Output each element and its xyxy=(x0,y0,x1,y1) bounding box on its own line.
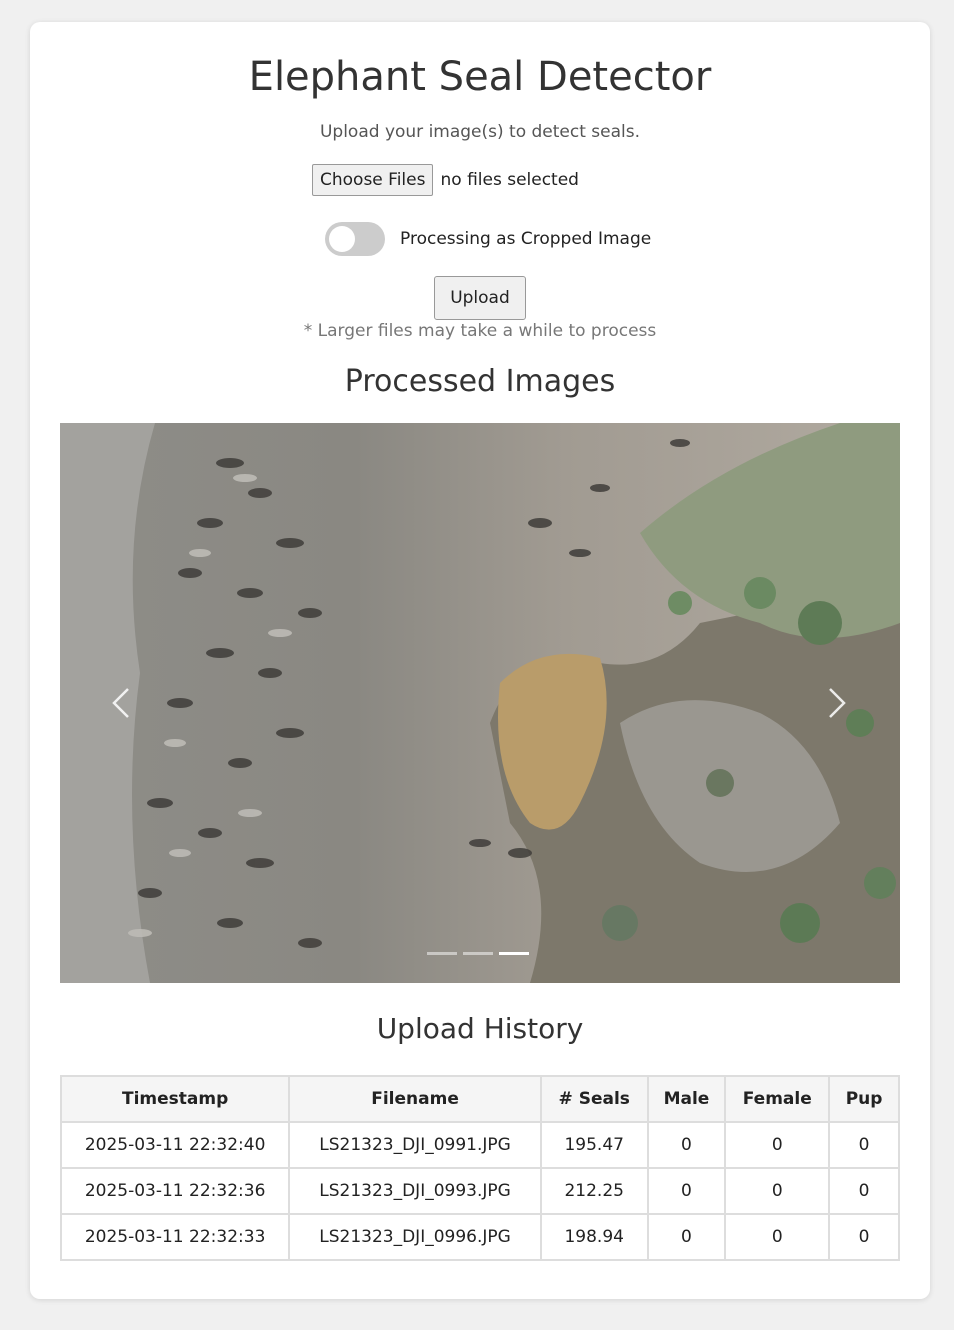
table-row: 2025-03-11 22:32:36 LS21323_DJI_0993.JPG… xyxy=(59,1167,900,1215)
seals-cell: 212.25 xyxy=(539,1167,649,1215)
filename-cell: LS21323_DJI_0996.JPG xyxy=(288,1213,542,1261)
male-cell: 0 xyxy=(646,1121,727,1169)
upload-button[interactable]: Upload xyxy=(434,276,526,320)
processed-images-heading: Processed Images xyxy=(344,364,616,399)
pup-cell: 0 xyxy=(828,1121,900,1169)
pup-cell: 0 xyxy=(828,1213,900,1261)
table-row: 2025-03-11 22:32:33 LS21323_DJI_0996.JPG… xyxy=(59,1213,900,1261)
timestamp-cell: 2025-03-11 22:32:40 xyxy=(59,1121,291,1169)
image-carousel[interactable] xyxy=(60,423,900,983)
page-subtitle: Upload your image(s) to detect seals. xyxy=(319,122,641,142)
chevron-left-icon[interactable] xyxy=(108,685,136,721)
pup-cell: 0 xyxy=(828,1167,900,1215)
column-header: Male xyxy=(646,1075,727,1123)
column-header: Timestamp xyxy=(59,1075,291,1123)
main-card: Elephant Seal Detector Upload your image… xyxy=(30,22,930,1299)
column-header: # Seals xyxy=(539,1075,649,1123)
male-cell: 0 xyxy=(646,1213,727,1261)
column-header: Pup xyxy=(828,1075,900,1123)
toggle-label: Processing as Cropped Image xyxy=(400,229,652,249)
file-input[interactable]: Choose Files no files selected xyxy=(312,164,579,196)
filename-cell: LS21323_DJI_0991.JPG xyxy=(288,1121,542,1169)
female-cell: 0 xyxy=(724,1121,831,1169)
column-header: Female xyxy=(724,1075,831,1123)
toggle-knob xyxy=(329,226,355,252)
page-title: Elephant Seal Detector xyxy=(248,54,712,100)
carousel-indicator-2[interactable] xyxy=(463,952,493,955)
female-cell: 0 xyxy=(724,1213,831,1261)
carousel-indicator-3[interactable] xyxy=(499,952,529,955)
upload-history-heading: Upload History xyxy=(376,1012,584,1045)
cropped-image-toggle[interactable] xyxy=(325,222,385,256)
male-cell: 0 xyxy=(646,1167,727,1215)
timestamp-cell: 2025-03-11 22:32:33 xyxy=(59,1213,291,1261)
column-header: Filename xyxy=(288,1075,542,1123)
table-row: 2025-03-11 22:32:40 LS21323_DJI_0991.JPG… xyxy=(59,1121,900,1169)
filename-cell: LS21323_DJI_0993.JPG xyxy=(288,1167,542,1215)
processed-image xyxy=(60,423,900,983)
choose-files-button[interactable]: Choose Files xyxy=(312,164,434,196)
chevron-right-icon[interactable] xyxy=(822,685,850,721)
carousel-indicators xyxy=(427,952,535,955)
female-cell: 0 xyxy=(724,1167,831,1215)
cropped-image-toggle-row: Processing as Cropped Image xyxy=(325,222,651,256)
timestamp-cell: 2025-03-11 22:32:36 xyxy=(59,1167,291,1215)
carousel-indicator-1[interactable] xyxy=(427,952,457,955)
seals-cell: 198.94 xyxy=(539,1213,649,1261)
upload-history-table: Timestamp Filename # Seals Male Female P… xyxy=(59,1075,900,1261)
processing-note: * Larger files may take a while to proce… xyxy=(303,321,657,341)
file-status-text: no files selected xyxy=(440,170,579,190)
seals-cell: 195.47 xyxy=(539,1121,649,1169)
table-header-row: Timestamp Filename # Seals Male Female P… xyxy=(59,1075,900,1123)
